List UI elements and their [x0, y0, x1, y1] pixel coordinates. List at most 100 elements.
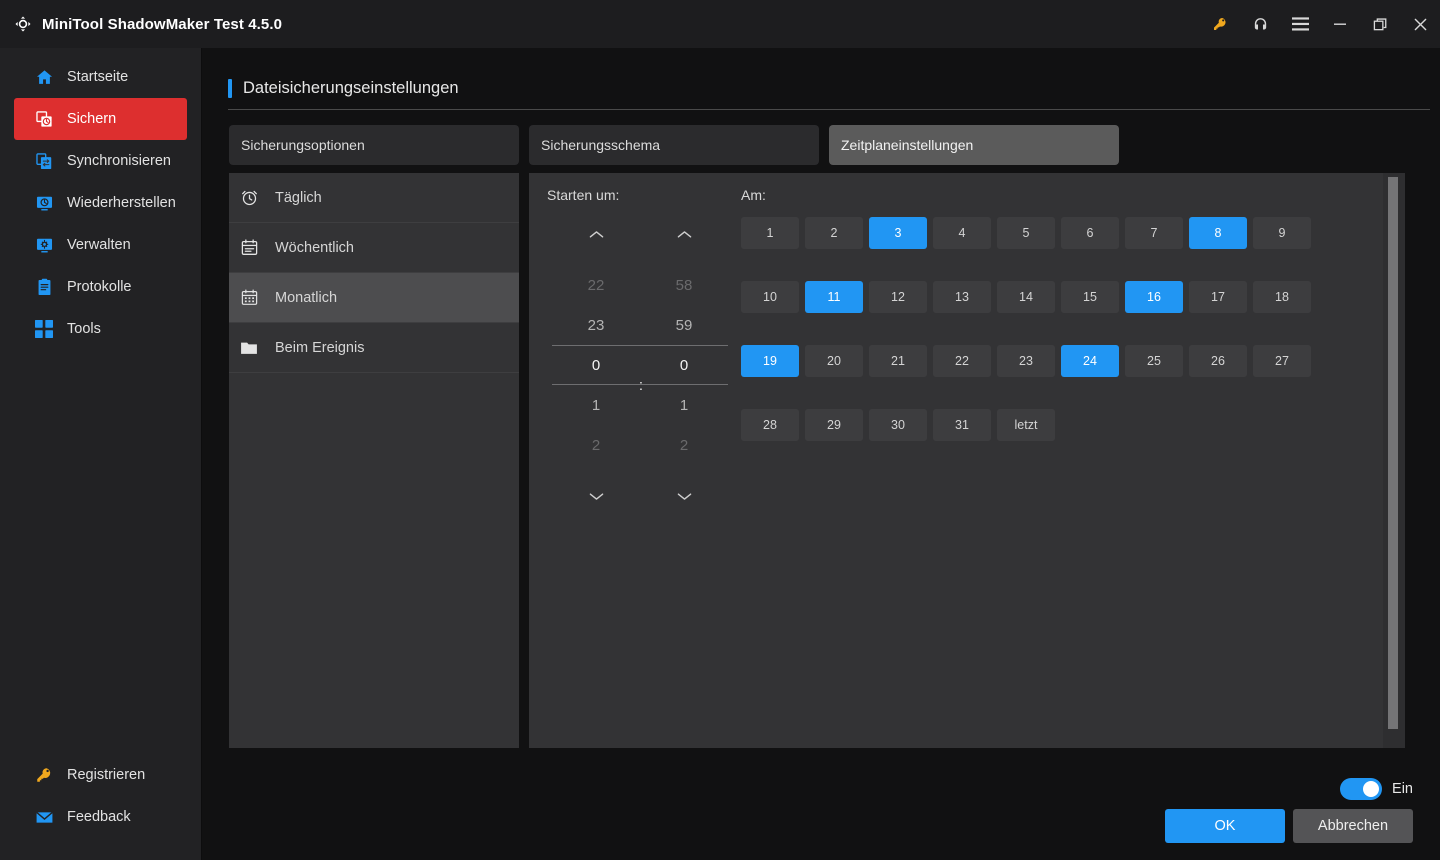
hour-spinner[interactable]: 22 23 0 1 2 — [552, 221, 640, 509]
sidebar-item-synchronisieren[interactable]: Synchronisieren — [14, 140, 187, 182]
day-button-4[interactable]: 4 — [933, 217, 991, 249]
schedule-type-panel: Täglich Wöchentlich Monatlich Beim Ereig… — [229, 173, 519, 748]
sidebar-item-verwalten[interactable]: Verwalten — [14, 224, 187, 266]
day-button-21[interactable]: 21 — [869, 345, 927, 377]
minute-spinner[interactable]: 58 59 0 1 2 — [640, 221, 728, 509]
settings-tabs: Sicherungsoptionen Sicherungsschema Zeit… — [229, 125, 1129, 165]
sidebar-item-wiederherstellen[interactable]: Wiederherstellen — [14, 182, 187, 224]
day-button-18[interactable]: 18 — [1253, 281, 1311, 313]
headset-icon[interactable] — [1240, 0, 1280, 48]
key-icon — [33, 764, 55, 786]
cancel-button[interactable]: Abbrechen — [1293, 809, 1413, 843]
day-button-10[interactable]: 10 — [741, 281, 799, 313]
day-button-6[interactable]: 6 — [1061, 217, 1119, 249]
day-cell: 20 — [805, 345, 863, 377]
hour-option-far-next[interactable]: 2 — [552, 425, 640, 465]
minute-spinner-pad — [640, 247, 728, 265]
day-button-19[interactable]: 19 — [741, 345, 799, 377]
manage-icon — [33, 234, 55, 256]
day-button-22[interactable]: 22 — [933, 345, 991, 377]
day-button-7[interactable]: 7 — [1125, 217, 1183, 249]
day-button-14[interactable]: 14 — [997, 281, 1055, 313]
day-cell: 5 — [997, 217, 1055, 249]
day-button-31[interactable]: 31 — [933, 409, 991, 441]
chevron-up-icon[interactable] — [640, 221, 728, 247]
day-button-28[interactable]: 28 — [741, 409, 799, 441]
day-cell: 23 — [997, 345, 1055, 377]
day-button-letzt[interactable]: letzt — [997, 409, 1055, 441]
schedule-type-monatlich[interactable]: Monatlich — [229, 273, 519, 323]
hour-option-far-prev[interactable]: 22 — [552, 265, 640, 305]
sidebar-item-startseite[interactable]: Startseite — [14, 56, 187, 98]
scrollbar-track[interactable] — [1383, 173, 1405, 748]
day-cell: 21 — [869, 345, 927, 377]
day-button-26[interactable]: 26 — [1189, 345, 1247, 377]
day-button-8[interactable]: 8 — [1189, 217, 1247, 249]
minute-option-far-next[interactable]: 2 — [640, 425, 728, 465]
day-button-15[interactable]: 15 — [1061, 281, 1119, 313]
day-button-16[interactable]: 16 — [1125, 281, 1183, 313]
folder-icon — [238, 337, 260, 359]
minimize-icon[interactable] — [1320, 0, 1360, 48]
close-icon[interactable] — [1400, 0, 1440, 48]
schedule-type-woechentlich[interactable]: Wöchentlich — [229, 223, 519, 273]
day-cell: 29 — [805, 409, 863, 441]
chevron-up-icon[interactable] — [552, 221, 640, 247]
day-button-9[interactable]: 9 — [1253, 217, 1311, 249]
sidebar-item-sichern[interactable]: Sichern — [14, 98, 187, 140]
minute-option-selected[interactable]: 0 — [640, 345, 728, 385]
minute-option-near-next[interactable]: 1 — [640, 385, 728, 425]
day-button-24[interactable]: 24 — [1061, 345, 1119, 377]
day-button-23[interactable]: 23 — [997, 345, 1055, 377]
day-button-29[interactable]: 29 — [805, 409, 863, 441]
chevron-down-icon[interactable] — [640, 483, 728, 509]
schedule-type-beim-ereignis[interactable]: Beim Ereignis — [229, 323, 519, 373]
menu-icon[interactable] — [1280, 0, 1320, 48]
day-cell: 25 — [1125, 345, 1183, 377]
sidebar-item-tools[interactable]: Tools — [14, 308, 187, 350]
app-title: MiniTool ShadowMaker Test 4.5.0 — [42, 15, 283, 33]
day-button-12[interactable]: 12 — [869, 281, 927, 313]
tab-sicherungsschema[interactable]: Sicherungsschema — [529, 125, 819, 165]
key-icon[interactable] — [1200, 0, 1240, 48]
day-cell: 31 — [933, 409, 991, 441]
chevron-down-icon[interactable] — [552, 483, 640, 509]
sidebar-item-label: Feedback — [67, 809, 131, 825]
scrollbar-thumb[interactable] — [1388, 177, 1398, 729]
schedule-type-taeglich[interactable]: Täglich — [229, 173, 519, 223]
tab-label: Sicherungsschema — [541, 137, 661, 153]
day-button-5[interactable]: 5 — [997, 217, 1055, 249]
logs-icon — [33, 276, 55, 298]
day-button-17[interactable]: 17 — [1189, 281, 1247, 313]
hour-option-near-next[interactable]: 1 — [552, 385, 640, 425]
sidebar-item-label: Synchronisieren — [67, 153, 171, 169]
tab-zeitplaneinstellungen[interactable]: Zeitplaneinstellungen — [829, 125, 1119, 165]
day-button-30[interactable]: 30 — [869, 409, 927, 441]
day-button-25[interactable]: 25 — [1125, 345, 1183, 377]
day-button-1[interactable]: 1 — [741, 217, 799, 249]
page-header: Dateisicherungseinstellungen — [228, 79, 1430, 98]
time-picker: Starten um: 22 23 0 1 2 : 58 59 0 1 2 — [547, 187, 747, 527]
day-button-11[interactable]: 11 — [805, 281, 863, 313]
alarm-clock-icon — [238, 187, 260, 209]
day-button-27[interactable]: 27 — [1253, 345, 1311, 377]
sidebar-item-protokolle[interactable]: Protokolle — [14, 266, 187, 308]
ok-button[interactable]: OK — [1165, 809, 1285, 843]
minute-option-near-prev[interactable]: 59 — [640, 305, 728, 345]
sidebar-bottom-group: Registrieren Feedback — [0, 754, 202, 838]
schedule-type-label: Beim Ereignis — [275, 339, 365, 356]
day-button-20[interactable]: 20 — [805, 345, 863, 377]
sidebar-item-label: Wiederherstellen — [67, 195, 176, 211]
enable-schedule-toggle[interactable] — [1340, 778, 1383, 800]
backup-icon — [33, 108, 55, 130]
day-button-3[interactable]: 3 — [869, 217, 927, 249]
restore-icon[interactable] — [1360, 0, 1400, 48]
day-button-2[interactable]: 2 — [805, 217, 863, 249]
tab-sicherungsoptionen[interactable]: Sicherungsoptionen — [229, 125, 519, 165]
hour-option-selected[interactable]: 0 — [552, 345, 640, 385]
sidebar-item-registrieren[interactable]: Registrieren — [14, 754, 188, 796]
hour-option-near-prev[interactable]: 23 — [552, 305, 640, 345]
minute-option-far-prev[interactable]: 58 — [640, 265, 728, 305]
day-button-13[interactable]: 13 — [933, 281, 991, 313]
sidebar-item-feedback[interactable]: Feedback — [14, 796, 188, 838]
